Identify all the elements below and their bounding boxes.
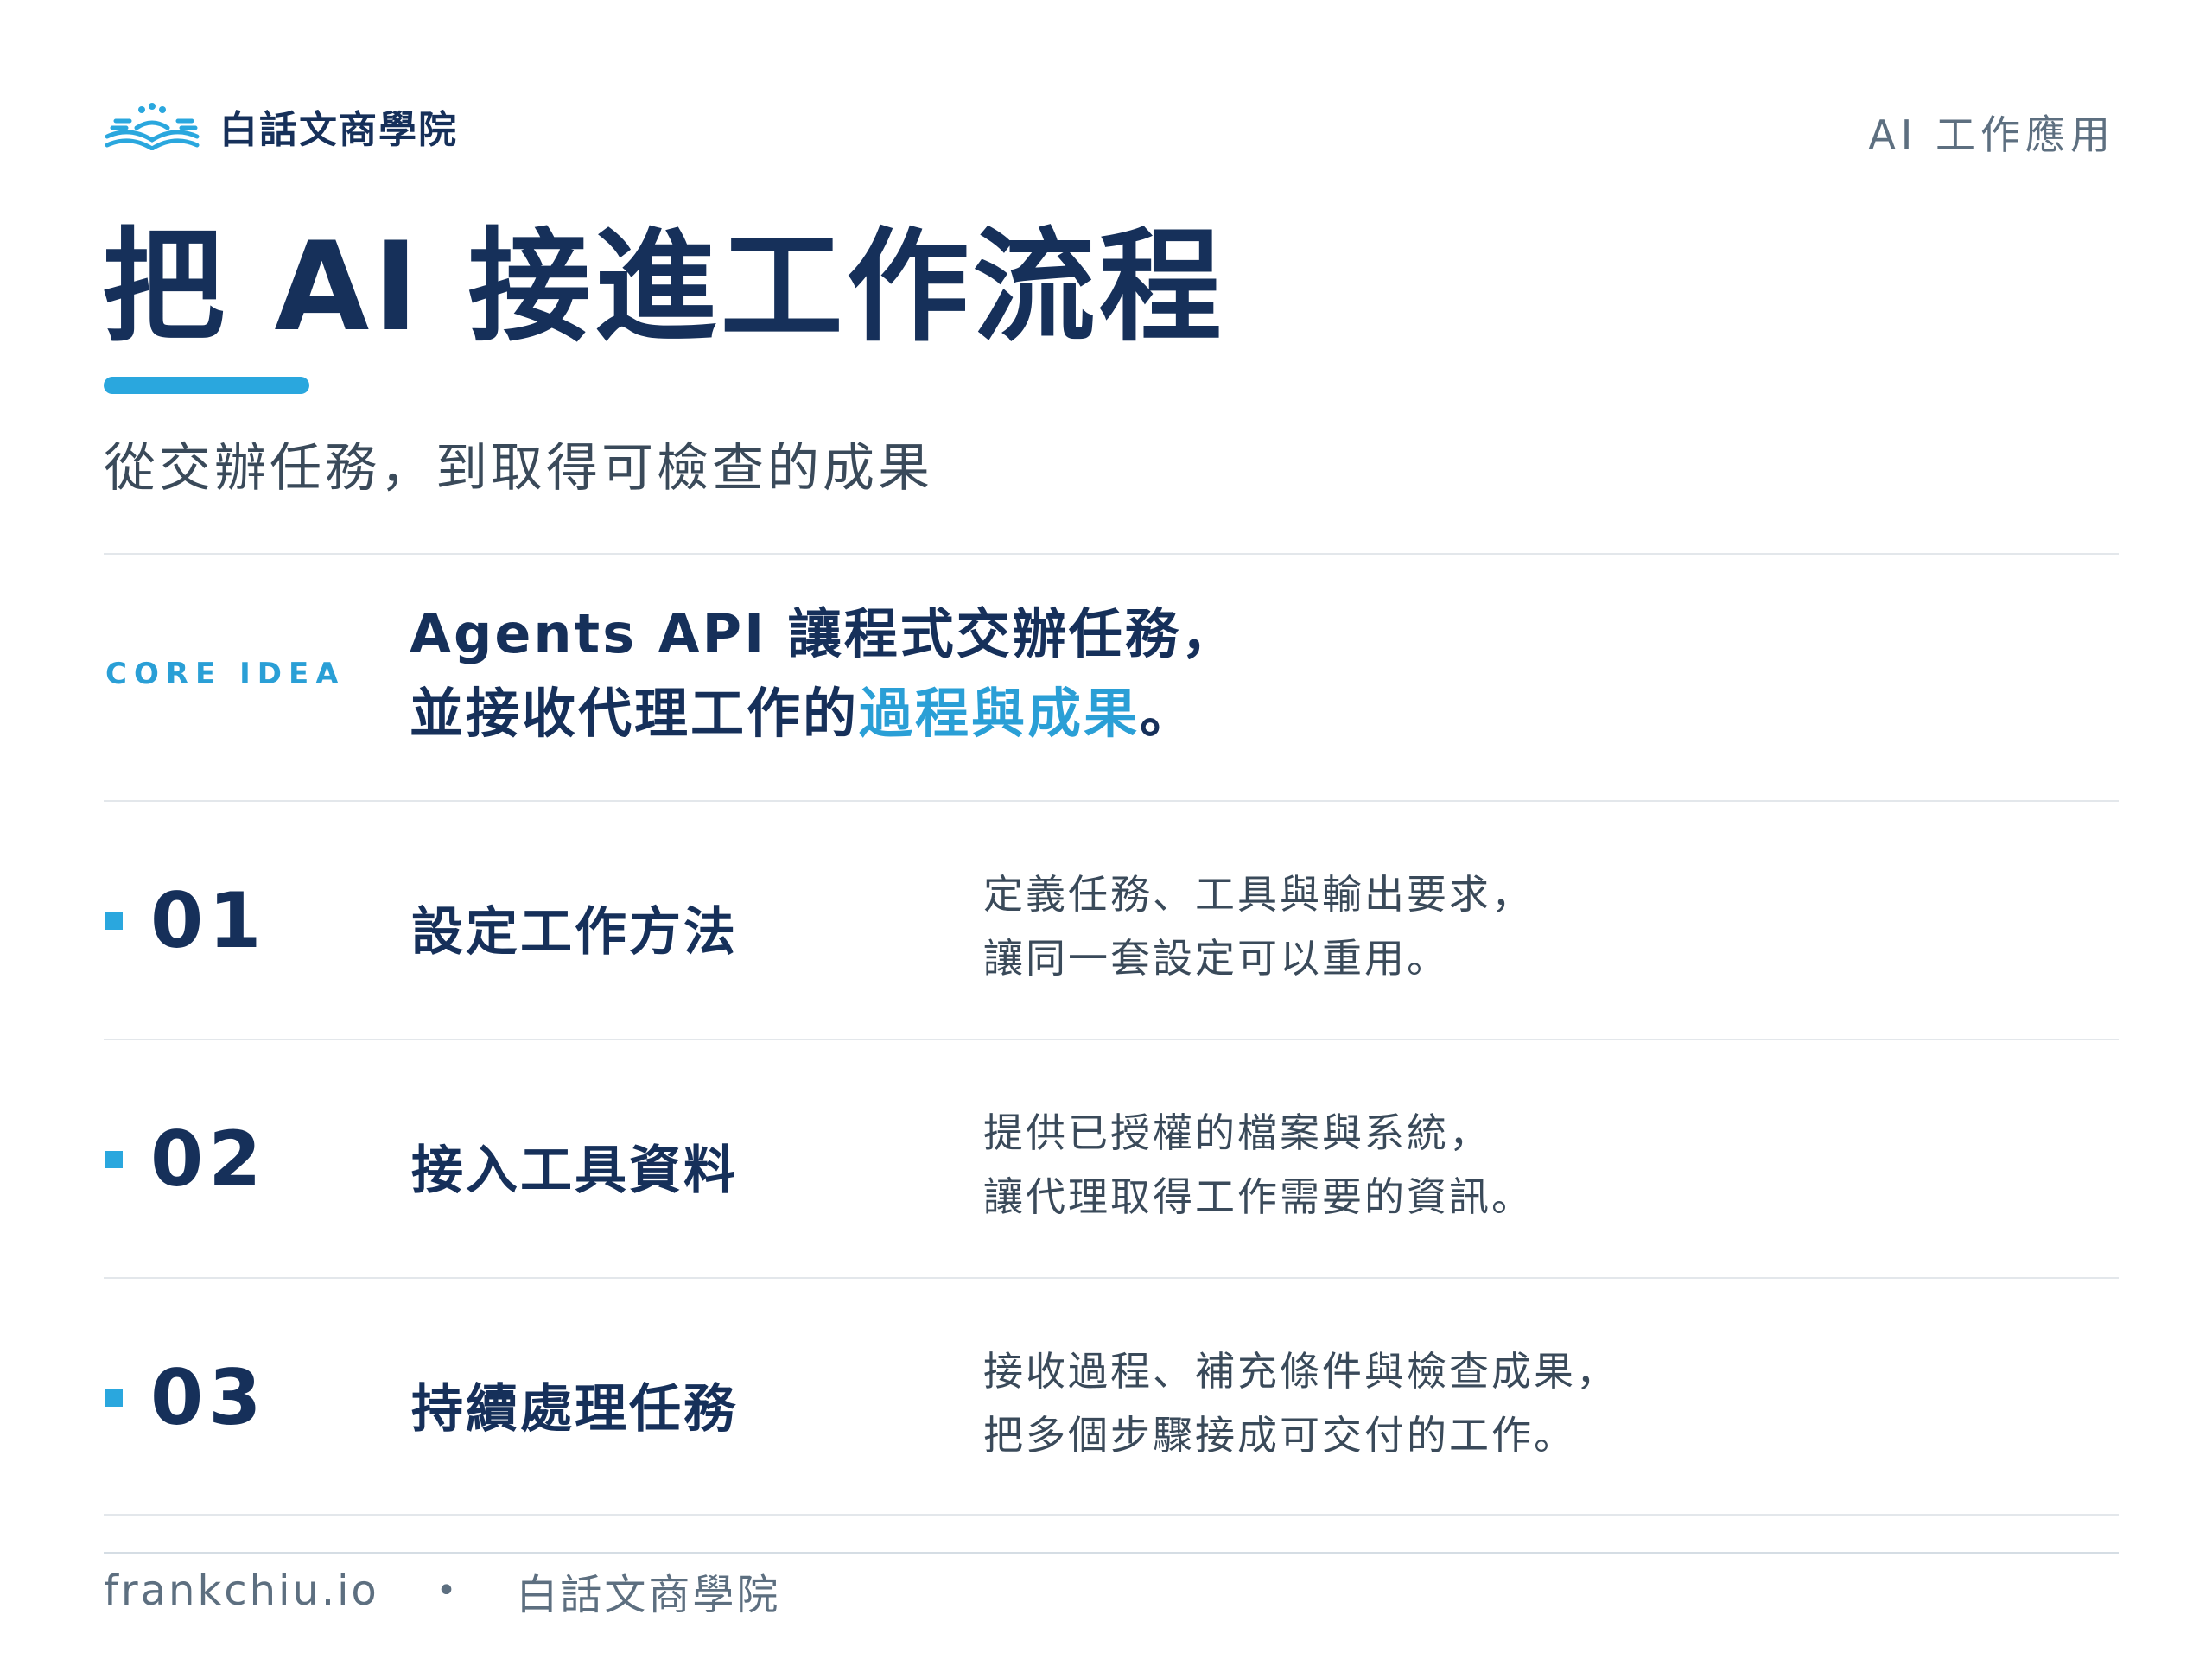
page-title: 把 AI 接進工作流程 (102, 216, 1225, 359)
page-subtitle: 從交辦任務，到取得可檢查的成果 (104, 438, 933, 499)
step-description-line-1: 提供已授權的檔案與系統， (983, 1109, 1491, 1156)
footer-site: frankchiu.io (104, 1567, 379, 1615)
core-idea-line-2-pre: 並接收代理工作的 (410, 682, 860, 745)
footer: frankchiu.io • 白話文商學院 (104, 1560, 780, 1621)
book-logo-icon (105, 103, 200, 150)
step-name: 接入工具資料 (411, 1141, 738, 1201)
step-item: 02 接入工具資料 提供已授權的檔案與系統， 讓代理取得工作需要的資訊。 (0, 1042, 2212, 1277)
divider (104, 553, 2119, 555)
step-marker (105, 1151, 123, 1168)
brand: 白話文商學院 (104, 99, 458, 154)
core-idea-line-2: 並接收代理工作的過程與成果。 (410, 674, 1237, 753)
step-name: 持續處理任務 (411, 1379, 738, 1440)
core-idea-text: Agents API 讓程式交辦任務， 並接收代理工作的過程與成果。 (410, 594, 1237, 753)
step-description-line-2: 讓代理取得工作需要的資訊。 (983, 1173, 1534, 1220)
step-description-line-1: 接收過程、補充條件與檢查成果， (983, 1348, 1618, 1395)
step-number: 02 (150, 1115, 267, 1204)
step-item: 03 持續處理任務 接收過程、補充條件與檢查成果， 把多個步驟接成可交付的工作。 (0, 1281, 2212, 1516)
footer-brand: 白話文商學院 (516, 1571, 781, 1619)
step-name: 設定工作方法 (411, 902, 738, 963)
core-idea-label: CORE IDEA (105, 657, 346, 691)
step-item: 01 設定工作方法 定義任務、工具與輸出要求， 讓同一套設定可以重用。 (0, 804, 2212, 1039)
category-label: AI 工作應用 (1868, 111, 2115, 158)
step-description: 接收過程、補充條件與檢查成果， 把多個步驟接成可交付的工作。 (983, 1339, 1618, 1467)
step-marker (105, 912, 123, 930)
divider (104, 1277, 2119, 1279)
title-underline (104, 377, 309, 394)
core-idea-highlight: 過程與成果 (859, 682, 1141, 745)
divider (104, 1514, 2119, 1516)
step-number: 03 (150, 1353, 267, 1442)
footer-divider (104, 1552, 2119, 1554)
step-description-line-2: 讓同一套設定可以重用。 (983, 935, 1449, 982)
step-description: 提供已授權的檔案與系統， 讓代理取得工作需要的資訊。 (983, 1101, 1534, 1229)
core-idea-line-2-post: 。 (1140, 682, 1197, 745)
step-description-line-1: 定義任務、工具與輸出要求， (983, 871, 1534, 918)
step-description: 定義任務、工具與輸出要求， 讓同一套設定可以重用。 (983, 862, 1534, 990)
step-description-line-2: 把多個步驟接成可交付的工作。 (983, 1412, 1576, 1459)
footer-separator: • (435, 1571, 460, 1611)
brand-name: 白話文商學院 (219, 108, 458, 152)
step-marker (105, 1389, 123, 1407)
divider (104, 1039, 2119, 1040)
core-idea-line-1: Agents API 讓程式交辦任務， (410, 602, 1237, 665)
divider (104, 800, 2119, 802)
step-number: 01 (150, 876, 267, 965)
